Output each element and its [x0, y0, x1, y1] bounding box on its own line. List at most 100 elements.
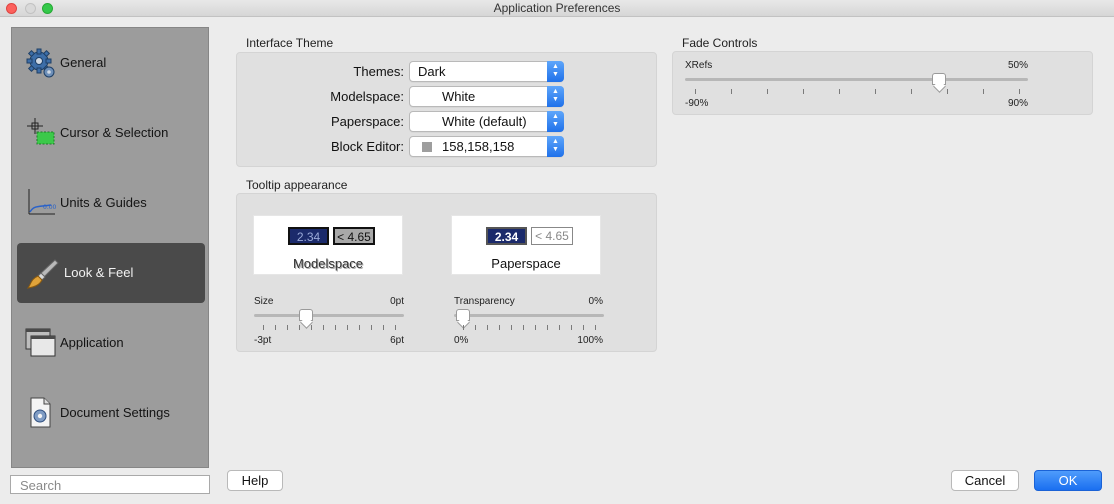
modelspace-value: White: [442, 89, 476, 104]
paintbrush-icon: [27, 259, 59, 289]
paperspace-caption: Paperspace: [491, 256, 561, 271]
slider-tick: [263, 325, 264, 330]
slider-tick: [547, 325, 548, 330]
paperspace-label: Paperspace:: [331, 114, 404, 129]
sidebar-item-application[interactable]: Application: [17, 313, 205, 373]
tooltip-value-a: 2.34: [486, 227, 527, 245]
sidebar-item-label: Document Settings: [60, 405, 170, 420]
slider-tick: [1019, 89, 1020, 94]
slider-tick: [487, 325, 488, 330]
xrefs-slider-track[interactable]: [685, 78, 1028, 81]
slider-tick: [839, 89, 840, 94]
slider-tick: [475, 325, 476, 330]
sidebar-item-units-guides[interactable]: 0.00 Units & Guides: [17, 173, 205, 233]
slider-tick: [571, 325, 572, 330]
slider-tick: [323, 325, 324, 330]
xrefs-slider-max: 90%: [1007, 98, 1028, 109]
transparency-slider-track[interactable]: [454, 314, 604, 317]
slider-tick: [911, 89, 912, 94]
paperspace-popup[interactable]: White (default) ▲ ▼: [409, 111, 564, 132]
paperspace-value: White (default): [442, 114, 527, 129]
size-slider-current: 0pt: [390, 296, 404, 307]
slider-tick: [875, 89, 876, 94]
slider-tick: [499, 325, 500, 330]
xrefs-slider-current: 50%: [1007, 60, 1028, 71]
slider-tick: [947, 89, 948, 94]
transparency-slider-min: 0%: [454, 335, 469, 346]
slider-tick: [695, 89, 696, 94]
popup-arrows-icon: ▲ ▼: [547, 86, 564, 107]
fade-controls-group: [672, 51, 1093, 115]
slider-tick: [299, 325, 300, 330]
sidebar-item-label: Look & Feel: [64, 265, 134, 280]
transparency-slider-thumb[interactable]: [456, 309, 470, 321]
search-field[interactable]: [10, 475, 210, 494]
axes-guides-icon: 0.00: [28, 189, 57, 215]
help-button[interactable]: Help: [227, 470, 283, 491]
transparency-slider-current: 0%: [588, 296, 603, 307]
window-title: Application Preferences: [493, 1, 621, 15]
sidebar-item-label: Application: [60, 335, 124, 350]
ok-button[interactable]: OK: [1034, 470, 1102, 491]
document-settings-icon: [30, 397, 51, 428]
sidebar-item-document-settings[interactable]: Document Settings: [17, 383, 205, 443]
block-editor-label: Block Editor:: [331, 139, 404, 154]
transparency-slider-label: Transparency: [454, 296, 515, 307]
themes-value: Dark: [418, 64, 446, 79]
size-slider-label: Size: [254, 296, 274, 307]
block-editor-value: 158,158,158: [442, 139, 515, 154]
slider-tick: [559, 325, 560, 330]
fade-controls-title: Fade Controls: [682, 36, 758, 50]
svg-text:0.00: 0.00: [43, 204, 57, 211]
transparency-slider-max: 100%: [577, 335, 603, 346]
sidebar: General Cursor & Selection 0.00 Units & …: [11, 27, 209, 468]
themes-label: Themes:: [353, 64, 404, 79]
slider-tick: [383, 325, 384, 330]
slider-tick: [275, 325, 276, 330]
size-slider-thumb[interactable]: [299, 309, 314, 321]
slider-tick: [371, 325, 372, 330]
modelspace-tooltip-preview: 2.34 < 4.65 Modelspace: [253, 215, 403, 275]
interface-theme-title: Interface Theme: [246, 36, 334, 50]
title-bar: Application Preferences: [0, 0, 1114, 17]
tooltip-value-b: < 4.65: [531, 227, 573, 245]
xrefs-slider-min: -90%: [685, 98, 709, 109]
tooltip-value-a: 2.34: [288, 227, 329, 245]
sidebar-item-look-feel[interactable]: Look & Feel: [17, 243, 205, 303]
tooltip-appearance-title: Tooltip appearance: [246, 178, 348, 192]
slider-tick: [311, 325, 312, 330]
cancel-button[interactable]: Cancel: [951, 470, 1019, 491]
slider-tick: [511, 325, 512, 330]
slider-tick: [463, 325, 464, 330]
size-slider-max: 6pt: [390, 335, 404, 346]
slider-tick: [359, 325, 360, 330]
tooltip-value-b: < 4.65: [333, 227, 375, 245]
themes-popup[interactable]: Dark ▲ ▼: [409, 61, 564, 82]
block-editor-popup[interactable]: 158,158,158 ▲ ▼: [409, 136, 564, 157]
slider-tick: [523, 325, 524, 330]
sidebar-item-label: Units & Guides: [60, 195, 147, 210]
search-input[interactable]: [20, 477, 209, 493]
slider-tick: [983, 89, 984, 94]
modelspace-label: Modelspace:: [330, 89, 404, 104]
modelspace-popup[interactable]: White ▲ ▼: [409, 86, 564, 107]
sidebar-item-general[interactable]: General: [17, 33, 205, 93]
slider-tick: [583, 325, 584, 330]
slider-tick: [535, 325, 536, 330]
slider-tick: [767, 89, 768, 94]
slider-tick: [347, 325, 348, 330]
slider-tick: [595, 325, 596, 330]
size-slider-track[interactable]: [254, 314, 404, 317]
application-windows-icon: [25, 328, 56, 357]
xrefs-slider-label: XRefs: [685, 60, 713, 71]
slider-tick: [287, 325, 288, 330]
color-swatch: [422, 142, 432, 152]
sidebar-item-label: Cursor & Selection: [60, 125, 169, 140]
size-slider-min: -3pt: [254, 335, 272, 346]
sidebar-item-cursor-selection[interactable]: Cursor & Selection: [17, 103, 205, 163]
xrefs-slider-thumb[interactable]: [931, 73, 946, 85]
popup-arrows-icon: ▲ ▼: [547, 136, 564, 157]
slider-tick: [803, 89, 804, 94]
gear-icon: [26, 48, 55, 78]
sidebar-item-label: General: [60, 55, 107, 70]
